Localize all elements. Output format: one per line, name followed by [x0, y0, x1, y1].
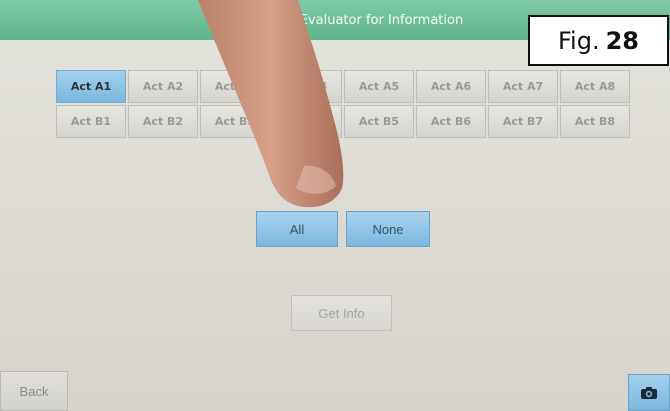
- act-button-act-b6[interactable]: Act B6: [416, 105, 486, 138]
- get-info-button[interactable]: Get Info: [291, 295, 392, 331]
- act-button-act-b8[interactable]: Act B8: [560, 105, 630, 138]
- figure-prefix: Fig.: [558, 26, 600, 55]
- act-button-act-a3[interactable]: Act A3: [200, 70, 270, 103]
- touchscreen: Visual Evaluator for Information Act A1 A…: [0, 0, 670, 411]
- act-button-act-a5[interactable]: Act A5: [344, 70, 414, 103]
- act-button-act-b7[interactable]: Act B7: [488, 105, 558, 138]
- act-button-act-b5[interactable]: Act B5: [344, 105, 414, 138]
- act-button-act-a8[interactable]: Act A8: [560, 70, 630, 103]
- act-button-act-a1[interactable]: Act A1: [56, 70, 126, 103]
- act-button-act-b1[interactable]: Act B1: [56, 105, 126, 138]
- act-button-act-b3[interactable]: Act B3: [200, 105, 270, 138]
- act-button-act-a4[interactable]: Act A4: [272, 70, 342, 103]
- figure-number: 28: [605, 26, 639, 55]
- camera-icon: [641, 386, 657, 399]
- camera-button[interactable]: [628, 374, 670, 411]
- none-button[interactable]: None: [346, 211, 430, 247]
- figure-label: Fig. 28: [528, 15, 669, 66]
- act-button-act-a2[interactable]: Act A2: [128, 70, 198, 103]
- all-button[interactable]: All: [256, 211, 338, 247]
- back-button[interactable]: Back: [0, 371, 68, 411]
- act-button-act-b2[interactable]: Act B2: [128, 105, 198, 138]
- act-button-act-a7[interactable]: Act A7: [488, 70, 558, 103]
- act-button-act-a6[interactable]: Act A6: [416, 70, 486, 103]
- act-button-grid: Act A1 Act A2 Act A3 Act A4 Act A5 Act A6 Act …: [56, 70, 630, 138]
- act-button-act-b4[interactable]: Act B4: [272, 105, 342, 138]
